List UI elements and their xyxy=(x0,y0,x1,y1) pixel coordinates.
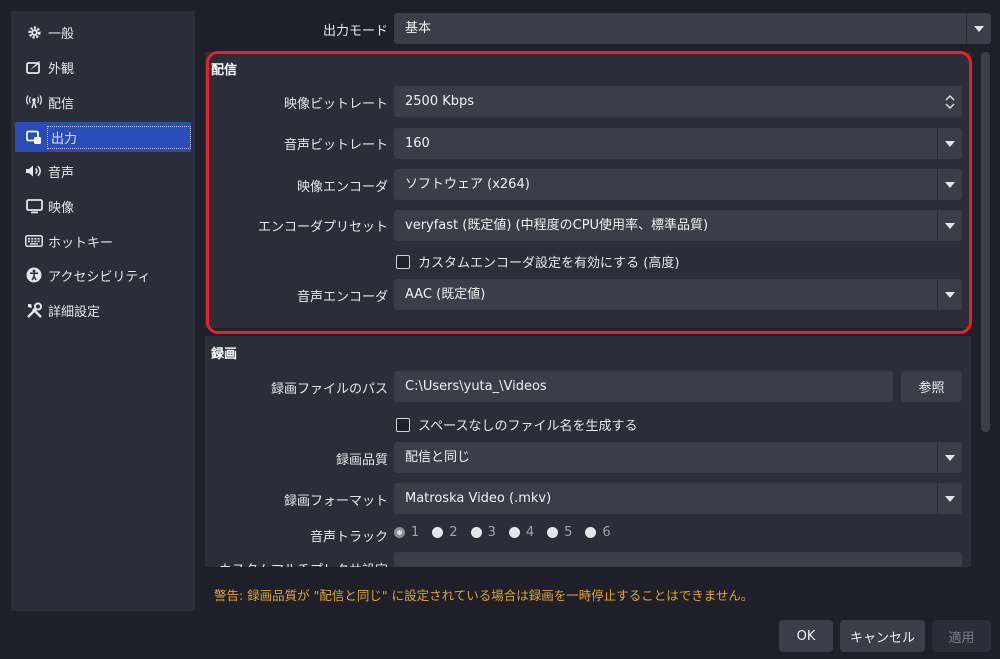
custom-encoder-checkbox[interactable]: カスタムエンコーダ設定を有効にする (高度) xyxy=(396,252,679,271)
sidebar-item-appearance[interactable]: 外観 xyxy=(15,52,191,82)
video-bitrate-label: 映像ビットレート xyxy=(283,97,388,112)
sidebar-item-output[interactable]: 出力 xyxy=(15,122,191,152)
sidebar-item-label: アクセシビリティ xyxy=(48,269,151,285)
chevron-down-icon xyxy=(937,128,962,159)
recording-quality-select[interactable]: 配信と同じ xyxy=(394,442,962,473)
sidebar-item-label: 一般 xyxy=(48,26,75,42)
no-space-filename-checkbox[interactable]: スペースなしのファイル名を生成する xyxy=(396,415,637,434)
sidebar-item-label: 詳細設定 xyxy=(48,304,101,320)
encoder-preset-select[interactable]: veryfast (既定値) (中程度のCPU使用率、標準品質) xyxy=(394,210,962,241)
spin-arrows-icon[interactable] xyxy=(938,86,962,117)
streaming-section-title: 配信 xyxy=(211,63,238,78)
browse-button[interactable]: 参照 xyxy=(901,371,962,402)
chevron-down-icon xyxy=(937,442,962,473)
video-encoder-label: 映像エンコーダ xyxy=(296,180,388,195)
audio-track-radio-1[interactable]: 1 xyxy=(394,525,419,540)
chevron-down-icon xyxy=(937,279,962,310)
audio-bitrate-label: 音声ビットレート xyxy=(283,138,388,153)
tools-icon xyxy=(23,302,45,319)
custom-muxer-label: カスタムマルチプレクサ設定 xyxy=(205,559,388,567)
output-icon xyxy=(23,130,45,145)
sidebar-item-hotkeys[interactable]: ホットキー xyxy=(15,226,191,256)
sidebar-item-advanced[interactable]: 詳細設定 xyxy=(15,295,191,325)
recording-path-label: 録画ファイルのパス xyxy=(270,382,388,397)
sidebar-item-video[interactable]: 映像 xyxy=(15,191,191,221)
encoder-preset-label: エンコーダプリセット xyxy=(257,220,388,235)
accessibility-icon xyxy=(23,267,45,283)
speaker-icon xyxy=(23,164,45,178)
chevron-down-icon xyxy=(937,169,962,200)
apply-button[interactable]: 適用 xyxy=(932,620,991,652)
recording-format-select[interactable]: Matroska Video (.mkv) xyxy=(394,483,962,514)
sidebar-item-label: 音声 xyxy=(48,165,75,181)
broadcast-icon xyxy=(23,95,45,109)
sidebar-item-accessibility[interactable]: アクセシビリティ xyxy=(15,260,191,290)
appearance-icon xyxy=(23,60,45,75)
recording-format-label: 録画フォーマット xyxy=(283,494,388,509)
audio-track-radio-5[interactable]: 5 xyxy=(547,525,572,540)
audio-track-radio-group: 1 2 3 4 5 6 xyxy=(394,525,624,540)
recording-quality-label: 録画品質 xyxy=(335,453,388,468)
cancel-button[interactable]: キャンセル xyxy=(840,620,925,652)
ok-button[interactable]: OK xyxy=(779,620,833,652)
sidebar-item-label: 出力 xyxy=(47,125,191,149)
sidebar-item-label: ホットキー xyxy=(48,235,114,251)
video-bitrate-spinbox[interactable]: 2500 Kbps xyxy=(394,86,962,117)
custom-muxer-row-clip: カスタムマルチプレクサ設定 xyxy=(205,552,971,567)
custom-muxer-input[interactable] xyxy=(394,552,962,567)
audio-track-radio-4[interactable]: 4 xyxy=(508,525,534,540)
gear-icon xyxy=(23,25,45,40)
checkbox-box[interactable] xyxy=(396,417,410,432)
sidebar-item-audio[interactable]: 音声 xyxy=(15,156,191,186)
checkbox-box[interactable] xyxy=(396,254,410,269)
scrollbar-thumb[interactable] xyxy=(981,52,990,432)
chevron-down-icon xyxy=(966,13,991,44)
recording-path-input[interactable]: C:\Users\yuta_\Videos xyxy=(394,371,893,402)
sidebar-item-label: 映像 xyxy=(48,200,75,216)
audio-track-radio-3[interactable]: 3 xyxy=(470,525,496,540)
recording-section-title: 録画 xyxy=(211,347,238,362)
sidebar-item-stream[interactable]: 配信 xyxy=(15,87,191,117)
settings-sidebar: 一般 外観 配信 出力 音声 映像 ホットキー アクセシビリティ 詳細設定 xyxy=(11,11,195,611)
sidebar-item-label: 配信 xyxy=(48,96,75,112)
audio-bitrate-select[interactable]: 160 xyxy=(394,128,962,159)
audio-encoder-select[interactable]: AAC (既定値) xyxy=(394,279,962,310)
chevron-down-icon xyxy=(937,483,962,514)
audio-track-radio-2[interactable]: 2 xyxy=(432,525,458,540)
keyboard-icon xyxy=(23,235,45,247)
chevron-down-icon xyxy=(937,210,962,241)
warning-message: 警告: 録画品質が "配信と同じ" に設定されている場合は録画を一時停止すること… xyxy=(214,588,754,603)
monitor-icon xyxy=(23,198,45,214)
sidebar-item-label: 外観 xyxy=(48,61,75,77)
sidebar-item-general[interactable]: 一般 xyxy=(15,17,191,47)
output-mode-select[interactable]: 基本 xyxy=(394,13,991,44)
output-mode-label: 出力モード xyxy=(322,24,388,39)
video-encoder-select[interactable]: ソフトウェア (x264) xyxy=(394,169,962,200)
audio-track-radio-6[interactable]: 6 xyxy=(585,525,611,540)
audio-encoder-label: 音声エンコーダ xyxy=(296,290,388,305)
audio-track-label: 音声トラック xyxy=(309,530,388,545)
